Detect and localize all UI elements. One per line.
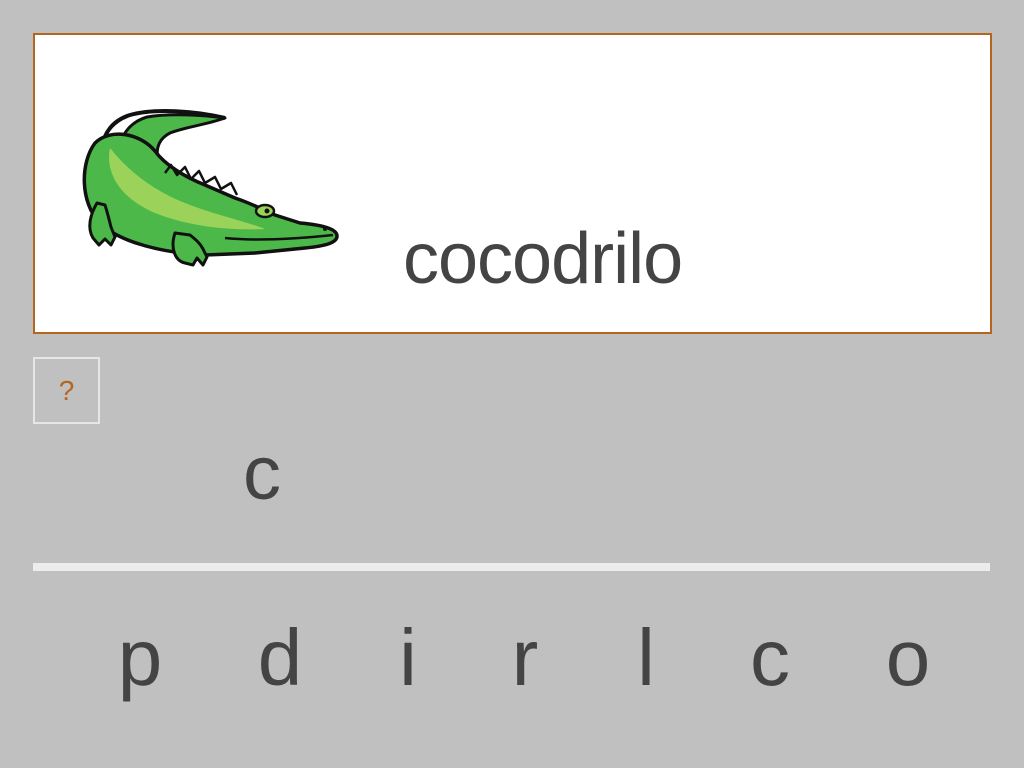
letter-tile-c[interactable]: c: [730, 612, 810, 722]
letter-tile-r[interactable]: r: [485, 612, 565, 722]
letter-tile-o[interactable]: o: [868, 612, 948, 722]
letter-tile-d[interactable]: d: [240, 612, 320, 722]
crocodile-image: [82, 109, 339, 267]
hint-button[interactable]: ?: [33, 357, 100, 424]
word-card: cocodrilo: [33, 33, 992, 334]
answer-area: c: [33, 430, 988, 550]
question-mark-icon: ?: [58, 374, 75, 406]
target-word: cocodrilo: [403, 219, 683, 299]
letter-tile-i[interactable]: i: [368, 612, 448, 722]
letter-tile-l[interactable]: l: [606, 612, 686, 722]
divider: [33, 563, 990, 571]
letter-tile-p[interactable]: p: [100, 612, 180, 722]
answer-letter-1: c: [243, 431, 281, 516]
letter-tiles: p d i r l c o: [100, 612, 980, 722]
